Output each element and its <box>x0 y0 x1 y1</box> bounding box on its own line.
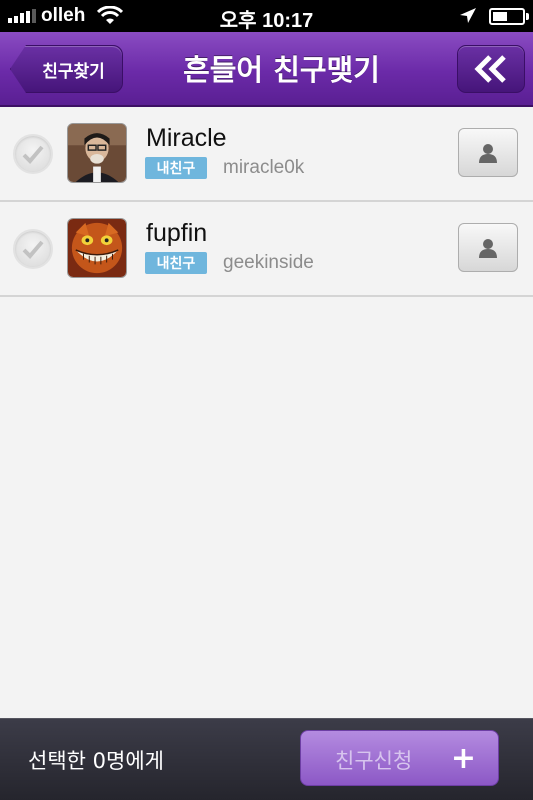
collapse-button[interactable] <box>457 45 525 93</box>
my-friend-badge: 내친구 <box>145 252 207 274</box>
page-title: 흔들어 친구맺기 <box>183 53 380 87</box>
friend-name: fupfin <box>146 219 208 247</box>
select-checkbox[interactable] <box>13 229 53 269</box>
profile-button[interactable] <box>458 223 518 272</box>
friend-row[interactable]: fupfin 내친구 geekinside <box>0 202 533 297</box>
status-time: 오후 10:17 <box>219 10 314 32</box>
status-bar: olleh 오후 10:17 <box>0 0 533 32</box>
friend-row[interactable]: Miracle 내친구 miracle0k <box>0 107 533 202</box>
my-friend-badge: 내친구 <box>145 157 207 179</box>
avatar <box>67 123 127 183</box>
nav-bar: 친구찾기 흔들어 친구맺기 <box>0 32 533 107</box>
person-photo-image <box>68 124 126 182</box>
bottom-bar: 선택한 0명에게 친구신청 + <box>0 718 533 800</box>
grinning-cat-image <box>68 219 126 277</box>
profile-button[interactable] <box>458 128 518 177</box>
selection-count-text: 선택한 0명에게 <box>28 749 164 773</box>
find-friends-back-button[interactable]: 친구찾기 <box>10 45 123 93</box>
person-icon <box>479 143 497 163</box>
friend-id: geekinside <box>223 252 314 273</box>
friend-name: Miracle <box>146 124 227 152</box>
person-icon <box>479 238 497 258</box>
friend-list: Miracle 내친구 miracle0k fupfin 내친구 geekins… <box>0 107 533 297</box>
status-right <box>459 6 529 26</box>
avatar <box>67 218 127 278</box>
double-chevron-left-icon <box>474 55 506 83</box>
location-icon <box>460 8 476 23</box>
check-icon <box>22 240 44 259</box>
plus-icon: + <box>450 741 476 776</box>
friend-request-button[interactable]: 친구신청 + <box>300 730 499 786</box>
friend-request-label: 친구신청 <box>335 749 413 773</box>
friend-id: miracle0k <box>223 157 305 178</box>
check-icon <box>22 145 44 164</box>
battery-icon <box>489 7 529 25</box>
select-checkbox[interactable] <box>13 134 53 174</box>
